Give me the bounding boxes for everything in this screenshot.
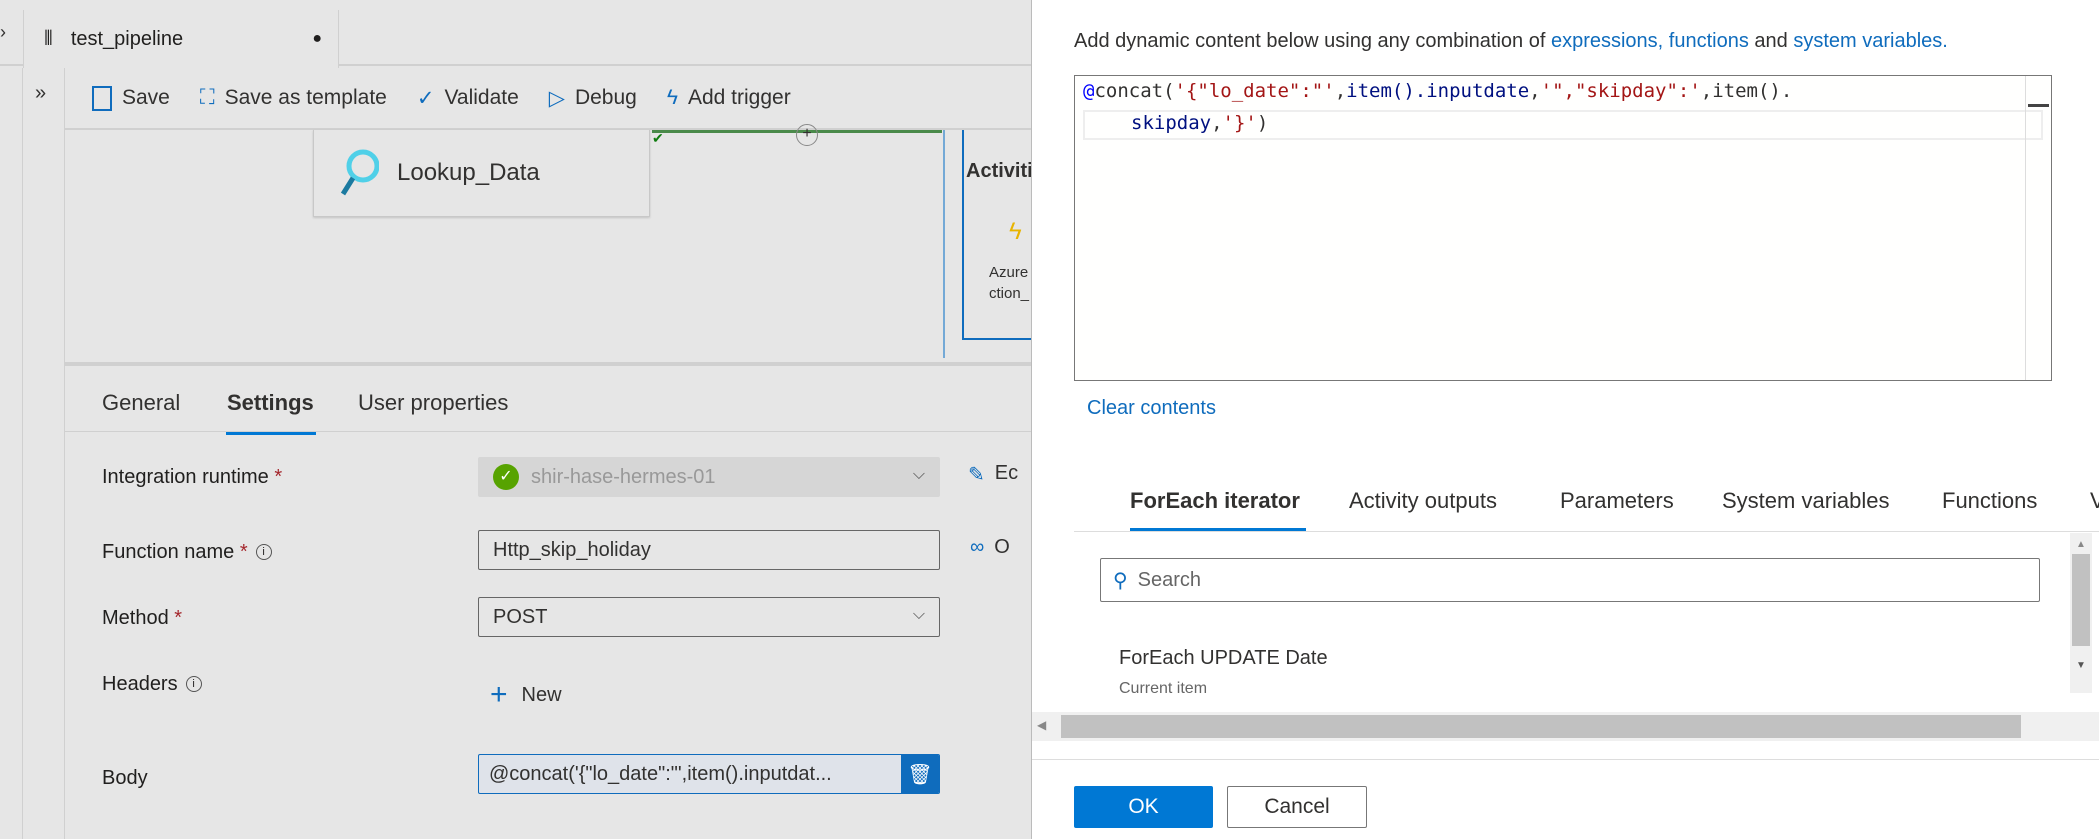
play-icon: ▷ [548, 86, 565, 110]
save-label: Save [122, 86, 170, 109]
horizontal-scrollbar[interactable]: ◀ [1032, 712, 2099, 741]
pipeline-editor: › ⦀ test_pipeline ● » Save ⛶ Save as temp… [0, 0, 1031, 839]
chevron-down-icon: ⌵ [912, 606, 925, 623]
tab-test-pipeline[interactable]: ⦀ test_pipeline ● [23, 10, 339, 68]
open-function-button[interactable]: ∞ O [970, 536, 1010, 559]
function-name-label: Function name * i [102, 541, 272, 564]
properties-tabs: General Settings User properties [65, 362, 1031, 435]
method-value: POST [493, 605, 548, 628]
integration-runtime-label: Integration runtime * [102, 466, 283, 488]
search-placeholder: Search [1137, 568, 1202, 591]
add-trigger-label: Add trigger [687, 86, 791, 109]
collapsed-sidebar: » [22, 68, 65, 839]
tab-title: test_pipeline [70, 27, 184, 50]
expand-sidebar-icon[interactable]: » [35, 82, 46, 105]
new-header-button[interactable]: + New [490, 678, 562, 712]
tab-variables[interactable]: V [2090, 488, 2099, 514]
dynamic-content-panel: Add dynamic content below using any comb… [1031, 0, 2099, 839]
pipeline-icon: ⦀ [44, 27, 53, 50]
intro-text: Add dynamic content below using any comb… [1074, 30, 1948, 52]
activities-label: Activiti [966, 160, 1031, 182]
expression-editor[interactable]: @concat('{"lo_date":"',item().inputdate,… [1074, 75, 2052, 381]
tab-parameters[interactable]: Parameters [1560, 488, 1674, 514]
validate-button[interactable]: ✓ Validate [417, 86, 519, 111]
tab-settings[interactable]: Settings [227, 390, 314, 416]
success-check-icon: ✔ [652, 130, 664, 146]
pencil-icon: ✎ [968, 464, 985, 486]
headers-label: Headers i [102, 673, 202, 696]
integration-runtime-value: shir-hase-hermes-01 [531, 465, 716, 488]
add-activity-icon[interactable]: + [796, 124, 818, 146]
footer-divider [1032, 759, 2099, 760]
cancel-button[interactable]: Cancel [1227, 786, 1367, 828]
add-trigger-button[interactable]: ϟ Add trigger [667, 86, 791, 110]
azure-function-label-2: ction_ [989, 285, 1030, 302]
info-icon: i [185, 676, 202, 692]
save-as-template-button[interactable]: ⛶ Save as template [200, 86, 387, 110]
check-icon: ✓ [416, 86, 435, 110]
edit-runtime-button[interactable]: ✎ Ec [968, 462, 1018, 487]
delete-icon[interactable]: 🗑 [901, 755, 939, 793]
save-as-template-label: Save as template [224, 86, 387, 109]
function-name-value: Http_skip_holiday [493, 538, 651, 561]
edit-label: Ec [994, 462, 1019, 484]
editor-scrollbar[interactable] [2025, 76, 2051, 380]
search-input[interactable]: ⚲ Search [1100, 558, 2040, 602]
chevron-down-icon: ⌵ [912, 466, 925, 483]
azure-function-icon: ϟ [1009, 218, 1022, 245]
function-name-input[interactable]: Http_skip_holiday [478, 530, 940, 570]
lookup-activity-node[interactable]: Lookup_Data [313, 130, 650, 217]
list-item-subtitle[interactable]: Current item [1119, 680, 1207, 693]
tabs-divider [1074, 531, 2099, 532]
tab-user-properties[interactable]: User properties [358, 390, 508, 416]
container-border [943, 130, 945, 358]
lookup-icon [340, 149, 379, 196]
unsaved-dot[interactable]: ● [312, 30, 322, 48]
success-icon: ✓ [493, 464, 519, 490]
open-label: O [994, 536, 1010, 558]
toolbar: Save ⛶ Save as template ✓ Validate ▷ Debug … [64, 68, 1031, 130]
body-input[interactable]: @concat('{"lo_date":"',item().inputdat..… [478, 754, 940, 794]
system-variables-link[interactable]: system variables. [1793, 30, 1948, 52]
active-tab-indicator [226, 432, 316, 435]
save-button[interactable]: Save [92, 85, 170, 111]
info-icon: i [255, 544, 272, 560]
ok-button[interactable]: OK [1074, 786, 1213, 828]
tab-foreach-iterator[interactable]: ForEach iterator [1130, 488, 1300, 514]
expressions-link[interactable]: expressions, functions [1551, 30, 1749, 52]
body-value: @concat('{"lo_date":"',item().inputdat..… [489, 762, 832, 785]
debug-button[interactable]: ▷ Debug [549, 86, 637, 111]
debug-label: Debug [574, 86, 637, 109]
foreach-container[interactable]: Activiti ϟ Azure ction_ [962, 130, 1031, 340]
integration-runtime-dropdown[interactable]: ✓ shir-hase-hermes-01 ⌵ [478, 457, 940, 497]
save-icon [92, 85, 112, 111]
tab-activity-outputs[interactable]: Activity outputs [1349, 488, 1497, 514]
method-label: Method * [102, 607, 183, 629]
lookup-activity-label: Lookup_Data [397, 159, 540, 186]
tab-functions[interactable]: Functions [1942, 488, 2037, 514]
tab-general[interactable]: General [102, 390, 180, 416]
body-label: Body [102, 767, 148, 789]
validate-label: Validate [444, 86, 519, 109]
glasses-icon: ∞ [970, 536, 985, 558]
clear-contents-link[interactable]: Clear contents [1087, 397, 1216, 420]
search-icon: ⚲ [1113, 569, 1128, 592]
plus-icon: + [490, 678, 508, 711]
tab-system-variables[interactable]: System variables [1722, 488, 1890, 514]
new-label: New [521, 683, 562, 706]
list-item-title[interactable]: ForEach UPDATE Date [1119, 647, 1328, 670]
method-dropdown[interactable]: POST ⌵ [478, 597, 940, 637]
template-icon: ⛶ [199, 86, 215, 109]
tab-bar: ⦀ test_pipeline ● [0, 0, 1031, 68]
vertical-scrollbar[interactable]: ▲ ▼ [2070, 533, 2092, 693]
azure-function-label: Azure [989, 264, 1029, 281]
trigger-icon: ϟ [666, 86, 678, 109]
